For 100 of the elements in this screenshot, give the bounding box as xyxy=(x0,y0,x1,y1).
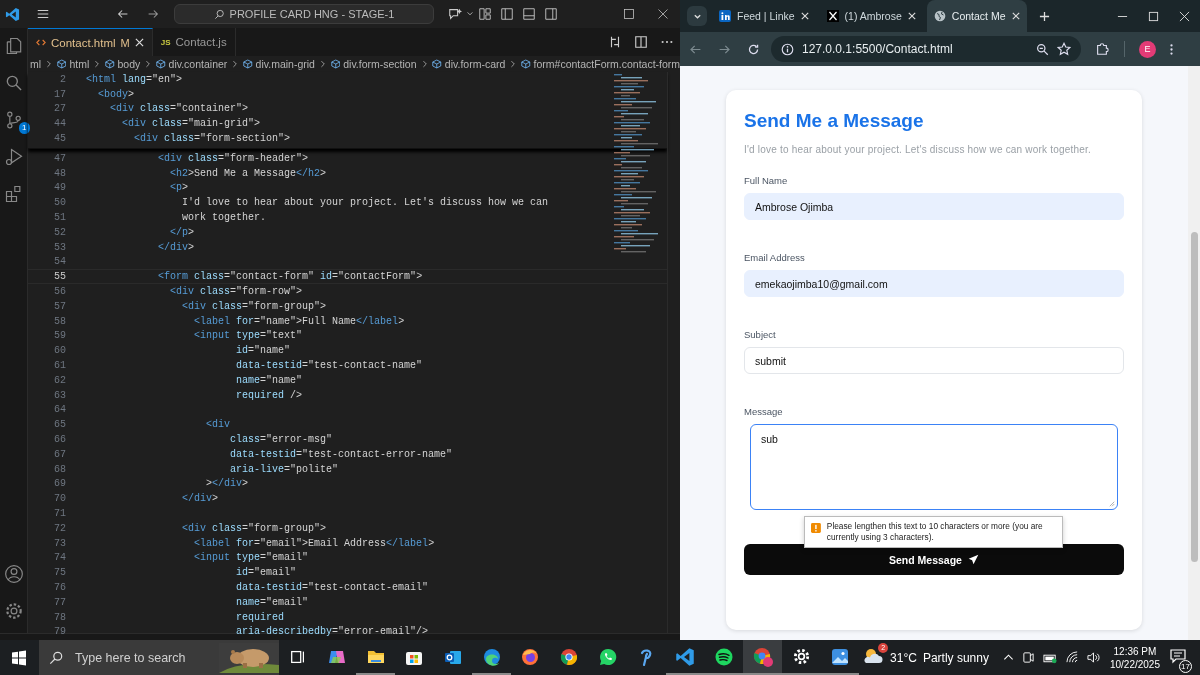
message-field[interactable]: sub xyxy=(750,424,1118,510)
chevron-right-icon xyxy=(232,60,239,68)
chat-sparkle-icon[interactable] xyxy=(448,7,462,21)
clock-date[interactable]: 10/22/2025 xyxy=(1109,657,1160,671)
info-icon[interactable] xyxy=(781,42,794,56)
line-number: 56 xyxy=(53,286,67,298)
browser-tab[interactable]: (1) Ambrose xyxy=(819,0,923,32)
breadcrumb[interactable]: div.form-section xyxy=(343,58,417,70)
input-field[interactable]: Ambrose Ojimba xyxy=(744,193,1124,220)
code-line: <body> xyxy=(97,88,135,100)
close-icon[interactable] xyxy=(800,12,809,20)
back-arrow-icon[interactable] xyxy=(116,7,130,21)
line-number: 49 xyxy=(53,182,67,194)
chevron-right-icon xyxy=(319,60,326,68)
close-icon[interactable] xyxy=(134,38,144,47)
breadcrumb[interactable]: html xyxy=(69,58,90,70)
wave-logo-icon xyxy=(481,646,502,667)
sound-waves-icon xyxy=(713,646,734,667)
code-line: ></div> xyxy=(205,478,249,490)
line-number: 54 xyxy=(53,256,67,268)
maximize-icon[interactable] xyxy=(1148,10,1159,22)
browser-tab[interactable]: Contact Me xyxy=(926,0,1027,32)
menu-icon[interactable] xyxy=(36,7,50,21)
scrollbar-thumb[interactable] xyxy=(1190,232,1198,562)
editor-tab[interactable]: Contact.html M xyxy=(28,28,153,56)
notification-count: 17 xyxy=(1179,659,1192,673)
code-line: aria-live="polite" xyxy=(229,463,339,475)
layout-icon[interactable] xyxy=(478,7,492,21)
tab-search-button[interactable] xyxy=(687,6,707,26)
input-field[interactable]: submit xyxy=(744,347,1124,374)
settings-icon xyxy=(791,647,811,666)
code-line: class="error-msg" xyxy=(229,434,333,445)
code-line: data-testid="test-contact-email" xyxy=(235,582,429,593)
line-number: 77 xyxy=(53,596,67,608)
breadcrumb[interactable]: div.main-grid xyxy=(255,58,315,70)
forward-arrow-icon[interactable] xyxy=(146,7,160,21)
temperature[interactable]: 31°C xyxy=(890,650,917,665)
close-icon[interactable] xyxy=(657,8,669,20)
camera-icon[interactable] xyxy=(1021,651,1035,664)
code-line: </div> xyxy=(157,241,195,253)
command-center[interactable]: PROFILE CARD HNG - STAGE-1 xyxy=(174,4,434,24)
line-number: 48 xyxy=(53,167,67,179)
js-file-icon: JS xyxy=(160,37,171,47)
new-tab-icon[interactable] xyxy=(1038,10,1050,22)
code-line: <div class="form-header"> xyxy=(157,152,309,164)
code-line: data-testid="test-contact-name" xyxy=(235,360,423,372)
breadcrumb[interactable]: div.container xyxy=(168,58,228,70)
star-icon[interactable] xyxy=(1057,42,1071,56)
line-number: 67 xyxy=(53,448,67,460)
resize-grip-icon[interactable] xyxy=(1109,501,1115,507)
compare-icon[interactable] xyxy=(608,35,622,49)
field-label: Message xyxy=(744,406,784,417)
cube-icon xyxy=(521,59,531,69)
notification-icon[interactable] xyxy=(1170,647,1186,664)
breadcrumb[interactable]: ml xyxy=(30,58,42,70)
line-number: 61 xyxy=(53,360,67,372)
code-line: work together. xyxy=(181,212,267,224)
line-number: 65 xyxy=(53,419,67,431)
breadcrumb[interactable]: form#contactForm.contact-form xyxy=(533,58,680,70)
input-field[interactable]: emekaojimba10@gmail.com xyxy=(744,270,1124,297)
warning-icon xyxy=(811,521,821,535)
wifi-icon[interactable] xyxy=(1065,651,1079,664)
browser-tab[interactable]: Feed | Linke xyxy=(712,0,816,32)
code-line: id="name" xyxy=(235,345,291,357)
send-message-button[interactable]: Send Message xyxy=(744,544,1124,575)
secondary-sidebar-icon[interactable] xyxy=(544,7,558,21)
address-bar[interactable]: 127.0.0.1:5500/Contact.html xyxy=(771,36,1081,62)
split-editor-icon[interactable] xyxy=(634,35,648,49)
account-icon[interactable] xyxy=(3,564,24,584)
line-number: 72 xyxy=(53,522,67,534)
volume-icon[interactable] xyxy=(1086,651,1100,664)
code-line: id="email" xyxy=(235,567,297,579)
weather-condition[interactable]: Partly sunny xyxy=(922,650,989,665)
maximize-icon[interactable] xyxy=(623,8,635,20)
profile-avatar[interactable]: E xyxy=(1139,40,1156,58)
close-icon[interactable] xyxy=(1011,12,1020,20)
code-line: </p> xyxy=(169,226,195,238)
html-file-icon xyxy=(36,38,46,47)
close-icon[interactable] xyxy=(907,12,916,20)
breadcrumb[interactable]: body xyxy=(117,58,141,70)
chevron-right-icon xyxy=(46,60,52,68)
close-icon[interactable] xyxy=(1179,10,1190,22)
run-debug-icon[interactable] xyxy=(3,147,24,167)
reload-icon[interactable] xyxy=(747,42,760,56)
line-number: 59 xyxy=(53,330,67,342)
extensions-icon[interactable] xyxy=(1095,42,1109,56)
line-number: 71 xyxy=(53,508,67,519)
panel-toggle-icon[interactable] xyxy=(522,7,536,21)
settings-icon[interactable] xyxy=(3,601,24,621)
chevron-right-icon xyxy=(145,60,151,68)
search-field[interactable]: Type here to search xyxy=(39,640,279,675)
sidebar-toggle-icon[interactable] xyxy=(500,7,514,21)
breadcrumb[interactable]: div.form-card xyxy=(444,58,506,70)
chevron-down-icon[interactable] xyxy=(466,10,474,18)
line-number: 27 xyxy=(53,103,67,115)
modified-indicator: M xyxy=(120,36,130,49)
windows-start-icon[interactable] xyxy=(11,649,27,666)
zoom-icon[interactable] xyxy=(1036,42,1049,56)
line-number: 76 xyxy=(53,582,67,593)
clock-time[interactable]: 12:36 PM xyxy=(1113,644,1157,658)
